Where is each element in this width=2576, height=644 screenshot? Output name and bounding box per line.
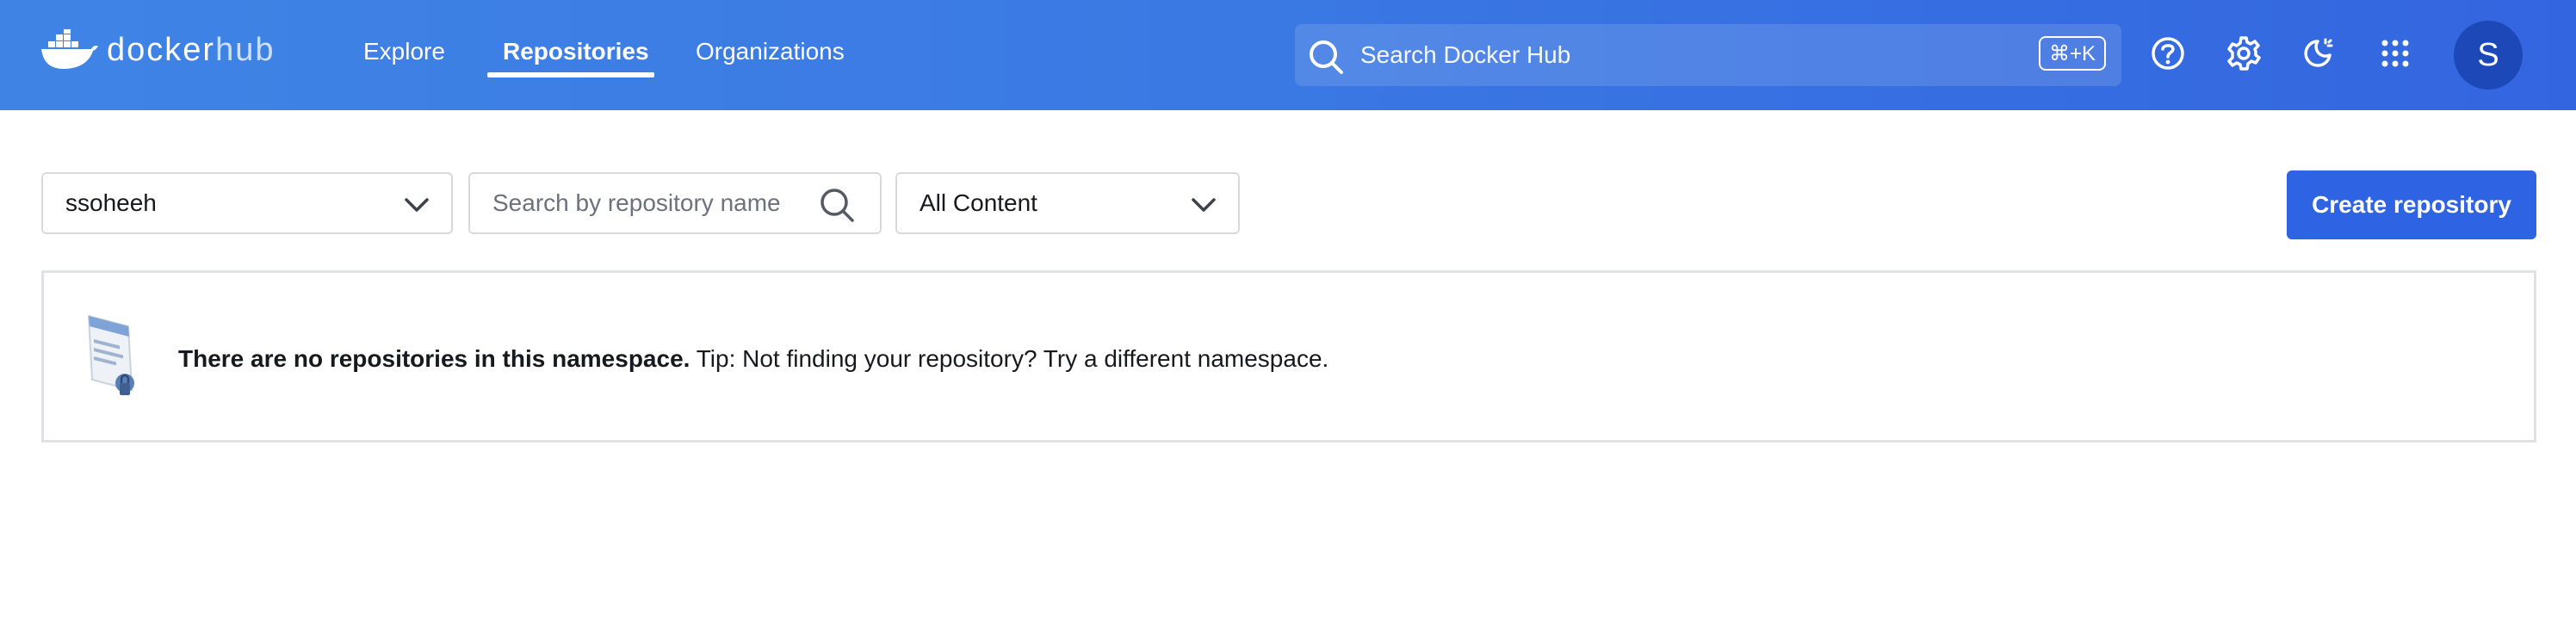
content-type-select-value: All Content	[920, 189, 1037, 216]
global-search-placeholder: Search Docker Hub	[1360, 41, 1571, 68]
repository-search-input[interactable]: Search by repository name	[468, 172, 882, 234]
logo-word: docker	[107, 31, 216, 68]
empty-state-panel: There are no repositories in this namesp…	[41, 270, 2536, 443]
global-search-input[interactable]: Search Docker Hub ⌘+K	[1295, 24, 2121, 86]
top-navigation-bar: dockerhub Explore Repositories Organizat…	[0, 0, 2576, 110]
content-type-select[interactable]: All Content	[895, 172, 1240, 234]
nav-organizations[interactable]: Organizations	[696, 38, 845, 65]
logo-text: dockerhub	[107, 32, 275, 69]
logo-hub: hub	[215, 31, 276, 68]
namespace-select[interactable]: ssoheeh	[41, 172, 453, 234]
user-avatar[interactable]: S	[2454, 21, 2523, 90]
nav-explore[interactable]: Explore	[363, 38, 445, 65]
help-icon[interactable]	[2147, 33, 2189, 74]
theme-toggle-icon[interactable]	[2297, 33, 2338, 74]
apps-grid-icon[interactable]	[2375, 33, 2416, 74]
empty-state-title: There are no repositories in this namesp…	[178, 345, 690, 372]
nav-repositories[interactable]: Repositories	[503, 38, 649, 65]
create-repository-button[interactable]: Create repository	[2287, 170, 2536, 239]
empty-state-message: There are no repositories in this namesp…	[178, 345, 1328, 373]
empty-repository-illustration	[87, 314, 134, 395]
gear-icon[interactable]	[2223, 33, 2264, 74]
docker-hub-logo[interactable]: dockerhub	[40, 24, 275, 76]
active-tab-indicator	[487, 72, 654, 77]
chevron-down-icon	[405, 198, 429, 212]
docker-whale-icon	[41, 29, 98, 69]
search-icon	[1310, 40, 1343, 74]
search-icon	[820, 189, 854, 222]
repository-search-placeholder: Search by repository name	[492, 189, 781, 216]
search-shortcut-badge: ⌘+K	[2038, 36, 2106, 71]
namespace-select-value: ssoheeh	[65, 189, 157, 216]
empty-state-tip: Tip: Not finding your repository? Try a …	[690, 345, 1329, 372]
chevron-down-icon	[1192, 198, 1216, 212]
